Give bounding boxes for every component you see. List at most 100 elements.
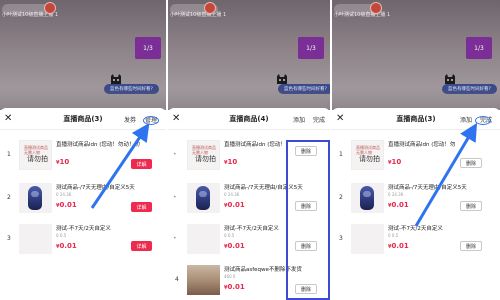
item-index: 2 [7, 194, 11, 201]
live-stream-background: 小叶测试10级直播上播 1 1/3 蓝色有哪些时间好看? [0, 0, 166, 110]
drag-handle-icon[interactable]: • [173, 235, 177, 242]
product-stats: 0 24.36 [224, 192, 240, 197]
price-value: 0.01 [59, 242, 77, 250]
product-thumbnail [351, 224, 384, 254]
live-product-card[interactable]: 1/3 [298, 37, 324, 59]
product-stats: 0 0.5 [224, 233, 235, 238]
product-price: ¥0.01 [56, 242, 77, 250]
product-price: ¥0.01 [388, 242, 409, 250]
detail-button[interactable]: 详解 [131, 159, 152, 169]
thumb-text: 请勿拍 [359, 155, 380, 163]
product-price: ¥0.01 [224, 242, 245, 250]
product-price: ¥10 [388, 158, 401, 166]
list-item[interactable]: 3 测试-不7天/2天自定义 0 0.5 ¥0.01 删除 [332, 221, 500, 258]
product-name: 测试-不7天/2天自定义 [56, 226, 111, 232]
item-index: 1 [7, 151, 11, 158]
price-value: 10 [391, 158, 402, 166]
thumb-text: 请勿拍 [27, 155, 48, 163]
delete-button[interactable]: 删除 [460, 201, 482, 211]
live-question-pill[interactable]: 蓝色有哪些时间好看? [442, 84, 497, 94]
product-thumbnail [19, 183, 52, 213]
product-thumbnail: 直播测试商品 无需人物 请勿拍 [351, 140, 384, 170]
detail-button[interactable]: 详解 [131, 241, 152, 251]
shoe-image [360, 186, 374, 210]
delete-button[interactable]: 删除 [460, 241, 482, 251]
live-stream-background: 小叶测试10级直播上播 1 1/3 蓝色有哪些时间好看? [168, 0, 330, 110]
product-sheet: ✕ 直播商品(3) 发券 管理 1 直播测试商品 无需人物 请勿拍 直播测试商品… [0, 108, 166, 300]
live-product-card[interactable]: 1/3 [135, 37, 161, 59]
item-index: 2 [339, 194, 343, 201]
product-name: 测试-不7天/2天自定义 [388, 226, 443, 232]
item-index: 4 [175, 276, 179, 283]
product-thumbnail [187, 265, 220, 295]
live-product-card[interactable]: 1/3 [466, 37, 492, 59]
drag-handle-icon[interactable]: • [173, 194, 177, 201]
thumb-text: 请勿拍 [195, 155, 216, 163]
product-name: 直播测试商品ldn (您动！勿 [388, 142, 456, 148]
product-name: 测试商品-/7天无理由/自定义5天 [56, 185, 135, 191]
host-avatar[interactable] [370, 2, 382, 14]
product-stats: 0 24.36 [388, 192, 404, 197]
add-button[interactable]: 添加 [460, 115, 472, 124]
delete-button[interactable]: 删除 [460, 158, 482, 168]
price-value: 0.01 [227, 201, 245, 209]
screenshot-comparison: 小叶测试10级直播上播 1 1/3 蓝色有哪些时间好看? ✕ 直播商品(3) 发… [0, 0, 500, 300]
live-question-pill[interactable]: 蓝色有哪些时间好看? [278, 84, 330, 94]
product-stats: 0 24.36 [56, 192, 72, 197]
screen-1: 小叶测试10级直播上播 1 1/3 蓝色有哪些时间好看? ✕ 直播商品(3) 发… [0, 0, 166, 300]
shoe-image [28, 186, 42, 210]
item-index: 3 [7, 235, 11, 242]
done-button-annotation-circle [475, 116, 491, 125]
product-thumbnail: 直播测试商品 无需人物 请勿拍 [187, 140, 220, 170]
product-stats: 0 0.5 [56, 233, 67, 238]
product-price: ¥10 [224, 158, 237, 166]
price-value: 0.01 [391, 242, 409, 250]
manage-button-annotation-circle [143, 116, 159, 125]
product-price: ¥10 [56, 158, 69, 166]
sheet-title: 直播商品(4) [229, 115, 269, 123]
drag-handle-icon[interactable]: • [173, 151, 177, 158]
price-value: 0.01 [227, 242, 245, 250]
delete-buttons-highlight [286, 140, 330, 300]
product-thumbnail [19, 224, 52, 254]
price-value: 10 [59, 158, 70, 166]
product-thumbnail [351, 183, 384, 213]
product-thumbnail [187, 183, 220, 213]
product-sheet: ✕ 直播商品(3) 添加 完成 1 直播测试商品 无需人物 请勿拍 直播测试商品… [332, 108, 500, 300]
sheet-header: ✕ 直播商品(3) 发券 管理 [0, 108, 166, 130]
product-stats: 460 0 [224, 274, 236, 279]
product-stats: 0 0.5 [388, 233, 399, 238]
coupon-button[interactable]: 发券 [124, 115, 136, 124]
product-price: ¥0.01 [56, 201, 77, 209]
product-name: 测试-不7天/2天自定义 [224, 226, 279, 232]
detail-button[interactable]: 详解 [131, 202, 152, 212]
list-item[interactable]: 2 测试商品-/7天无理由/自定义5天 0 24.36 ¥0.01 删除 [332, 180, 500, 217]
host-name: 小叶测试10级直播上播 1 [334, 12, 391, 18]
add-button[interactable]: 添加 [293, 115, 305, 124]
product-thumbnail [187, 224, 220, 254]
live-stream-background: 小叶测试10级直播上播 1 1/3 蓝色有哪些时间好看? [332, 0, 500, 110]
list-item[interactable]: 2 测试商品-/7天无理由/自定义5天 0 24.36 ¥0.01 详解 [0, 180, 166, 217]
list-item[interactable]: 3 测试-不7天/2天自定义 0 0.5 ¥0.01 详解 [0, 221, 166, 258]
host-avatar[interactable] [44, 2, 56, 14]
shoe-image [196, 186, 210, 210]
product-name: 测试商品-/7天无理由/自定义5天 [388, 185, 467, 191]
screen-3: 小叶测试10级直播上播 1 1/3 蓝色有哪些时间好看? ✕ 直播商品(3) 添… [332, 0, 500, 300]
product-price: ¥0.01 [224, 283, 245, 291]
price-value: 0.01 [227, 283, 245, 291]
live-question-pill[interactable]: 蓝色有哪些时间好看? [104, 84, 159, 94]
sheet-title: 直播商品(3) [63, 115, 103, 123]
host-name: 小叶测试10级直播上播 1 [170, 12, 227, 18]
product-name: 直播测试商品ldn (您动！ [224, 142, 286, 148]
sheet-header: ✕ 直播商品(4) 添加 完成 [168, 108, 330, 130]
list-item[interactable]: 1 直播测试商品 无需人物 请勿拍 直播测试商品ldn (您动！勿动！勿 ¥10… [0, 137, 166, 174]
price-value: 10 [227, 158, 238, 166]
item-index: 1 [339, 151, 343, 158]
product-thumbnail: 直播测试商品 无需人物 请勿拍 [19, 140, 52, 170]
done-button[interactable]: 完成 [313, 115, 325, 124]
list-item[interactable]: 1 直播测试商品 无需人物 请勿拍 直播测试商品ldn (您动！勿 ¥10 删除 [332, 137, 500, 174]
product-name: 直播测试商品ldn (您动！勿动！勿 [56, 142, 140, 148]
price-value: 0.01 [391, 201, 409, 209]
host-avatar[interactable] [204, 2, 216, 14]
product-price: ¥0.01 [388, 201, 409, 209]
